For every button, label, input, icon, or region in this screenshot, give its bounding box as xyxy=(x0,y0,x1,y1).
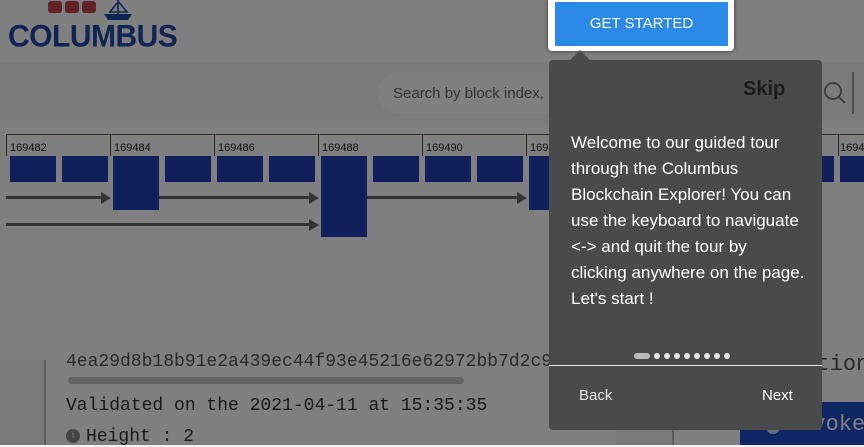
tour-divider xyxy=(549,365,822,366)
tour-popover-caret xyxy=(570,50,590,60)
tour-step-dot-active[interactable] xyxy=(634,352,650,359)
tour-step-dot[interactable] xyxy=(684,352,690,359)
tour-progress-dots xyxy=(634,347,734,359)
tour-step-dot[interactable] xyxy=(714,352,720,359)
back-button[interactable]: Back xyxy=(579,387,612,404)
skip-button[interactable]: Skip xyxy=(743,78,785,101)
tour-step-dot[interactable] xyxy=(694,352,700,359)
tour-step-dot[interactable] xyxy=(704,352,710,359)
tour-step-dot[interactable] xyxy=(674,352,680,359)
tour-step-dot[interactable] xyxy=(654,352,660,359)
tour-step-dot[interactable] xyxy=(664,352,670,359)
tour-popover: Skip Welcome to our guided tour through … xyxy=(549,60,822,430)
tour-message: Welcome to our guided tour through the C… xyxy=(571,133,805,308)
next-button[interactable]: Next xyxy=(762,387,793,404)
tour-step-dot[interactable] xyxy=(724,352,730,359)
get-started-button[interactable]: GET STARTED xyxy=(555,2,728,46)
